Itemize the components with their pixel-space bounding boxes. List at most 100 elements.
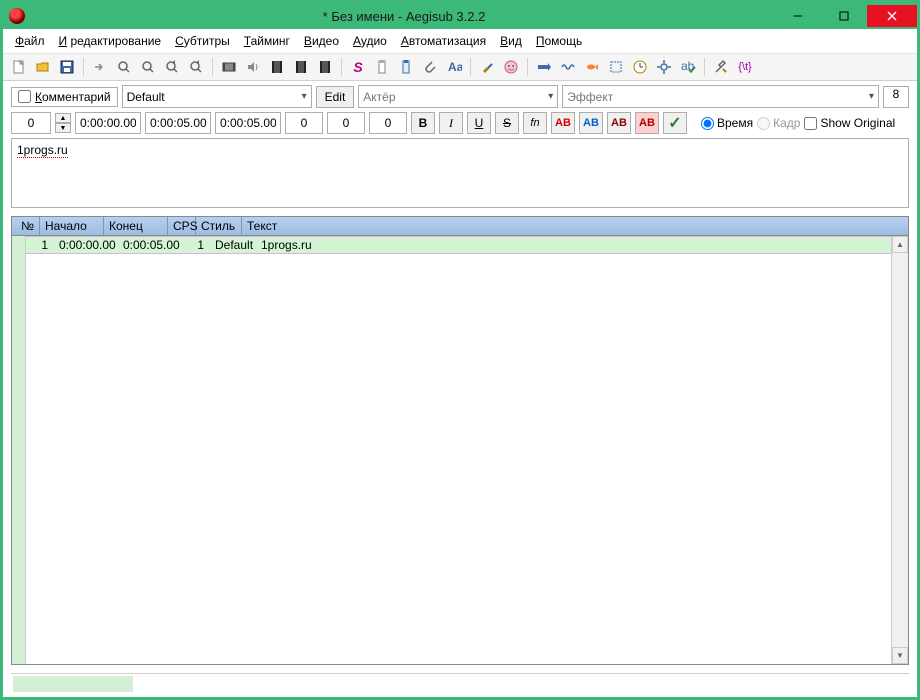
film-icon[interactable] (267, 57, 287, 77)
scroll-track[interactable] (892, 253, 908, 647)
margin-vert-input[interactable] (369, 112, 407, 134)
style-assistant-icon[interactable] (477, 57, 497, 77)
open-file-icon[interactable] (33, 57, 53, 77)
margin-left-input[interactable] (285, 112, 323, 134)
style-combo[interactable]: Default ▾ (122, 85, 312, 108)
actor-placeholder: Актёр (363, 90, 395, 104)
effect-combo[interactable]: Эффект▾ (562, 85, 879, 108)
italic-button[interactable]: I (439, 112, 463, 134)
scrollbar-vertical[interactable]: ▲▼ (891, 236, 908, 664)
col-end[interactable]: Конец (104, 217, 168, 235)
zoom-in-icon[interactable] (114, 57, 134, 77)
spellcheck-icon[interactable]: ab (678, 57, 698, 77)
col-num[interactable]: № (12, 217, 40, 235)
film2-icon[interactable] (291, 57, 311, 77)
color4-button[interactable]: AB (635, 112, 659, 134)
menu-timing[interactable]: Тайминг (238, 31, 296, 51)
color3-button[interactable]: AB (607, 112, 631, 134)
toolbar-separator (212, 58, 213, 76)
cell-end: 0:00:05.00 (118, 237, 182, 253)
subtitle-text-input[interactable]: 1progs.ru (11, 138, 909, 208)
zoom-audio-icon[interactable] (186, 57, 206, 77)
col-text[interactable]: Текст (242, 217, 908, 235)
menu-auto[interactable]: Автоматизация (395, 31, 492, 51)
font-button[interactable]: fn (523, 112, 547, 134)
close-button[interactable] (867, 5, 917, 27)
edit-style-button[interactable]: Edit (316, 86, 355, 108)
style-value: Default (127, 90, 165, 104)
film3-icon[interactable] (315, 57, 335, 77)
video-panel-icon[interactable] (219, 57, 239, 77)
properties2-icon[interactable] (396, 57, 416, 77)
time-mode-radio[interactable]: Время (701, 116, 753, 130)
time-label: Время (717, 116, 753, 130)
color1-button[interactable]: AB (551, 112, 575, 134)
gear-icon[interactable] (654, 57, 674, 77)
col-start[interactable]: Начало (40, 217, 104, 235)
frame-label: Кадр (773, 116, 800, 130)
menu-file[interactable]: Файл (9, 31, 51, 51)
col-cps[interactable]: CPS (168, 217, 196, 235)
layer-spinner[interactable]: ▲▼ (55, 113, 71, 133)
comment-checkbox[interactable]: Комментарий (11, 87, 118, 107)
spinner-up-icon[interactable]: ▲ (55, 113, 71, 123)
comment-label: Комментарий (35, 90, 111, 104)
bold-button[interactable]: B (411, 112, 435, 134)
spinner-down-icon[interactable]: ▼ (55, 123, 71, 133)
maximize-button[interactable] (821, 5, 867, 27)
fonts-icon[interactable]: Aa (444, 57, 464, 77)
chevron-down-icon: ▾ (302, 91, 307, 102)
end-time-input[interactable] (145, 112, 211, 134)
duration-input[interactable] (215, 112, 281, 134)
menu-subs[interactable]: Субтитры (169, 31, 236, 51)
col-style[interactable]: Стиль (196, 217, 242, 235)
new-file-icon[interactable] (9, 57, 29, 77)
timing-post-icon[interactable] (630, 57, 650, 77)
cycle-tags-icon[interactable]: {\t} (735, 57, 755, 77)
color2-button[interactable]: AB (579, 112, 603, 134)
kanji-timer-icon[interactable] (582, 57, 602, 77)
save-file-icon[interactable] (57, 57, 77, 77)
attachments-icon[interactable] (420, 57, 440, 77)
commit-button[interactable]: ✓ (663, 112, 687, 134)
audio-panel-icon[interactable] (243, 57, 263, 77)
options-icon[interactable] (711, 57, 731, 77)
subtitle-grid: №НачалоКонецCPSСтильТекст10:00:00.000:00… (11, 216, 909, 665)
zoom-video-icon[interactable] (162, 57, 182, 77)
svg-text:Aa: Aa (448, 60, 462, 74)
margin-right-input[interactable] (327, 112, 365, 134)
menu-view[interactable]: Вид (494, 31, 528, 51)
shift-times-icon[interactable] (534, 57, 554, 77)
assistant-icon[interactable] (501, 57, 521, 77)
table-row[interactable]: 10:00:00.000:00:05.001Default1progs.ru (26, 236, 891, 254)
start-time-input[interactable] (75, 112, 141, 134)
show-original-checkbox[interactable]: Show Original (804, 116, 895, 130)
underline-button[interactable]: U (467, 112, 491, 134)
chevron-down-icon: ▾ (548, 91, 553, 102)
scroll-up-icon[interactable]: ▲ (892, 236, 908, 253)
cell-num: 1 (26, 237, 54, 253)
app-icon (9, 8, 25, 24)
frame-mode-radio[interactable]: Кадр (757, 116, 800, 130)
zoom-out-icon[interactable] (138, 57, 158, 77)
minimize-button[interactable] (775, 5, 821, 27)
properties-icon[interactable] (372, 57, 392, 77)
toolbar-separator (704, 58, 705, 76)
layer-input[interactable] (11, 112, 51, 134)
select-lines-icon[interactable] (606, 57, 626, 77)
menu-video[interactable]: Видео (298, 31, 345, 51)
resample-icon[interactable] (558, 57, 578, 77)
menu-audio[interactable]: Аудио (347, 31, 393, 51)
menu-help[interactable]: Помощь (530, 31, 588, 51)
actor-combo[interactable]: Актёр ▾ (358, 85, 558, 108)
toolbar: S Aa ab {\t} (3, 54, 917, 81)
show-original-label: Show Original (820, 116, 895, 130)
scroll-down-icon[interactable]: ▼ (892, 647, 908, 664)
menu-edit[interactable]: И редактирование (53, 31, 168, 51)
subtitle-text-value: 1progs.ru (17, 143, 68, 158)
jump-icon[interactable] (90, 57, 110, 77)
strike-button[interactable]: S (495, 112, 519, 134)
styles-manager-icon[interactable]: S (348, 57, 368, 77)
grid-content: 10:00:00.000:00:05.001Default1progs.ru (26, 236, 891, 664)
status-segment (13, 676, 133, 692)
